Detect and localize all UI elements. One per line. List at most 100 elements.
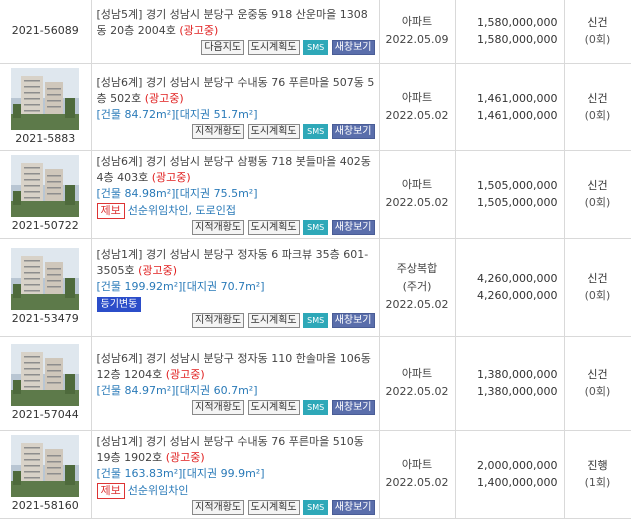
failed-rounds: (0회) (584, 289, 611, 302)
sale-date: 2022.05.02 (385, 476, 449, 489)
sms-button[interactable]: SMS (303, 400, 329, 415)
sms-button[interactable]: SMS (303, 312, 329, 328)
case-number[interactable]: 2021-56089 (0, 24, 91, 37)
failed-rounds: (0회) (584, 196, 611, 209)
type-date-cell: 아파트 2022.05.02 (379, 430, 456, 519)
action-buttons: 지적개황도 도시계획도 SMS 새창보기 (97, 400, 375, 415)
ad-status: (광고중) (141, 91, 184, 105)
urban-plan-button[interactable]: 도시계획도 (247, 123, 300, 139)
cadastral-map-button[interactable]: 지적개황도 (192, 219, 245, 235)
sms-button[interactable]: SMS (303, 123, 329, 139)
minimum-bid-price: 1,505,000,000 (477, 196, 558, 209)
report-badge[interactable]: 제보 (96, 482, 125, 499)
new-window-button[interactable]: 새창보기 (331, 219, 375, 235)
case-number[interactable]: 2021-58160 (0, 499, 91, 512)
property-info-cell: [성남1계] 경기 성남시 분당구 수내동 76 푸른마을 510동 19층 1… (91, 430, 380, 519)
thumbnail-cell[interactable]: 2021-58160 (0, 430, 92, 519)
price-cell: 1,580,000,000 1,580,000,000 (455, 0, 565, 64)
new-window-button[interactable]: 새창보기 (331, 400, 375, 415)
action-buttons: 지적개황도 도시계획도 SMS 새창보기 (97, 219, 375, 235)
ad-status: (광고중) (162, 368, 205, 381)
property-info-cell: [성남6계] 경기 성남시 분당구 삼평동 718 봇들마을 402동 4층 4… (91, 150, 380, 239)
tags-row: 제보 선순위임차인 (96, 482, 375, 499)
sale-date: 2022.05.09 (385, 33, 449, 47)
sms-button[interactable]: SMS (303, 219, 329, 235)
thumbnail-cell[interactable]: 2021-5883 (0, 63, 92, 151)
property-info-cell: [성남5계] 경기 성남시 분당구 운중동 918 산운마을 1308동 20층… (91, 0, 380, 64)
sms-button[interactable]: SMS (303, 40, 329, 56)
property-address-block[interactable]: [성남6계] 경기 성남시 분당구 정자동 110 한솔마을 106동 12층 … (97, 351, 375, 383)
property-info-cell: [성남1계] 경기 성남시 분당구 정자동 6 파크뷰 35층 601-3505… (91, 238, 380, 337)
type-date-cell: 주상복합 (주거) 2022.05.02 (379, 238, 456, 337)
type-date-cell: 아파트 2022.05.02 (379, 336, 456, 431)
case-number[interactable]: 2021-57044 (0, 408, 91, 421)
ad-status: (광고중) (175, 24, 219, 38)
thumbnail-cell[interactable]: 2021-50722 (0, 150, 92, 239)
property-address-block[interactable]: [성남1계] 경기 성남시 분당구 수내동 76 푸른마을 510동 19층 1… (97, 434, 375, 466)
property-photo[interactable] (11, 435, 80, 497)
table-row[interactable]: 2021-56089 [성남5계] 경기 성남시 분당구 운중동 918 산운마… (0, 0, 631, 64)
property-address-block[interactable]: [성남6계] 경기 성남시 분당구 수내동 76 푸른마을 507동 5층 50… (97, 75, 375, 107)
property-photo[interactable] (11, 344, 80, 406)
area-info: [건물 163.83m²][대지권 99.9m²] (96, 466, 265, 480)
map-button[interactable]: 다음지도 (201, 40, 245, 56)
property-address-block[interactable]: [성남5계] 경기 성남시 분당구 운중동 918 산운마을 1308동 20층… (97, 7, 375, 39)
thumbnail-cell[interactable]: 2021-56089 (0, 0, 92, 64)
cadastral-map-button[interactable]: 지적개황도 (192, 400, 245, 415)
court-division: [성남1계] (96, 434, 143, 448)
table-row[interactable]: 2021-53479 [성남1계] 경기 성남시 분당구 정자동 6 파크뷰 3… (0, 238, 631, 337)
new-window-button[interactable]: 새창보기 (331, 499, 375, 515)
thumbnail-cell[interactable]: 2021-53479 (0, 238, 92, 337)
minimum-bid-price: 1,461,000,000 (477, 108, 558, 122)
table-row[interactable]: 2021-57044 [성남6계] 경기 성남시 분당구 정자동 110 한솔마… (0, 336, 631, 431)
registry-change-badge[interactable]: 등기변동 (96, 296, 142, 312)
new-window-button[interactable]: 새창보기 (331, 40, 375, 56)
sale-date: 2022.05.02 (385, 385, 449, 398)
special-notes: 선순위임차인 (127, 483, 189, 497)
property-address-block[interactable]: [성남1계] 경기 성남시 분당구 정자동 6 파크뷰 35층 601-3505… (97, 247, 375, 279)
property-subtype: (주거) (402, 280, 432, 293)
property-address-block[interactable]: [성남6계] 경기 성남시 분당구 삼평동 718 봇들마을 402동 4층 4… (97, 154, 375, 186)
new-window-button[interactable]: 새창보기 (331, 312, 375, 328)
property-photo[interactable] (11, 248, 80, 310)
urban-plan-button[interactable]: 도시계획도 (247, 40, 300, 56)
case-number[interactable]: 2021-50722 (0, 219, 91, 232)
urban-plan-button[interactable]: 도시계획도 (247, 219, 300, 235)
cadastral-map-button[interactable]: 지적개황도 (192, 499, 245, 515)
sms-button[interactable]: SMS (303, 499, 329, 515)
table-row[interactable]: 2021-50722 [성남6계] 경기 성남시 분당구 삼평동 718 봇들마… (0, 150, 631, 239)
table-row[interactable]: 2021-58160 [성남1계] 경기 성남시 분당구 수내동 76 푸른마을… (0, 430, 631, 519)
price-cell: 1,505,000,000 1,505,000,000 (455, 150, 565, 239)
auction-status: 진행 (587, 459, 608, 472)
price-cell: 2,000,000,000 1,400,000,000 (455, 430, 565, 519)
property-type: 아파트 (401, 15, 433, 29)
table-row[interactable]: 2021-5883 [성남6계] 경기 성남시 분당구 수내동 76 푸른마을 … (0, 63, 631, 151)
report-badge[interactable]: 제보 (96, 202, 125, 219)
urban-plan-button[interactable]: 도시계획도 (247, 312, 300, 328)
property-type: 아파트 (401, 90, 433, 104)
case-number[interactable]: 2021-5883 (0, 132, 91, 145)
property-photo[interactable] (11, 67, 80, 130)
urban-plan-button[interactable]: 도시계획도 (247, 499, 300, 515)
area-info: [건물 199.92m²][대지권 70.7m²] (96, 279, 265, 293)
appraisal-price: 2,000,000,000 (477, 459, 558, 472)
cadastral-map-button[interactable]: 지적개황도 (192, 312, 245, 328)
action-buttons: 지적개황도 도시계획도 SMS 새창보기 (97, 123, 375, 139)
status-cell: 신건 (0회) (564, 336, 631, 431)
status-cell: 신건 (0회) (564, 63, 631, 151)
urban-plan-button[interactable]: 도시계획도 (247, 400, 300, 415)
minimum-bid-price: 1,400,000,000 (477, 476, 558, 489)
auction-status: 신건 (587, 179, 608, 192)
property-photo[interactable] (11, 155, 80, 217)
case-number[interactable]: 2021-53479 (0, 312, 91, 325)
appraisal-price: 1,461,000,000 (477, 91, 558, 105)
type-date-cell: 아파트 2022.05.09 (379, 0, 456, 64)
appraisal-price: 4,260,000,000 (477, 272, 558, 285)
auction-status: 신건 (587, 368, 608, 381)
cadastral-map-button[interactable]: 지적개황도 (192, 123, 245, 139)
tags-row: 제보 선순위임차인, 도로인접 (96, 202, 375, 219)
thumbnail-cell[interactable]: 2021-57044 (0, 336, 92, 431)
sale-date: 2022.05.02 (385, 298, 449, 311)
new-window-button[interactable]: 새창보기 (331, 123, 375, 139)
failed-rounds: (0회) (584, 385, 611, 398)
